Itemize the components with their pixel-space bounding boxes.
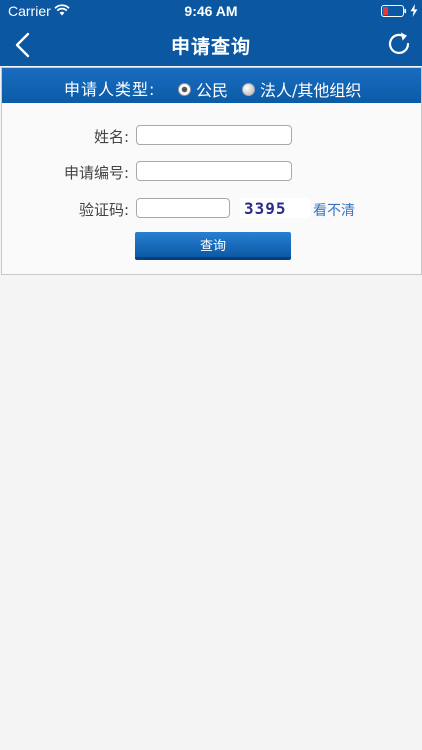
page-title: 申请查询 bbox=[170, 36, 251, 58]
charging-bolt-icon bbox=[410, 4, 418, 17]
applicant-type-bar: 申请人类型: 公民 法人/其他组织 bbox=[2, 68, 421, 103]
radio-organization-label: 法人/其他组织 bbox=[260, 81, 362, 100]
query-form: 申请人类型: 公民 法人/其他组织 姓名: 申请编号: 验证码: 3395 看不… bbox=[1, 67, 422, 275]
top-bar: Carrier 9:46 AM 申请查询 bbox=[0, 0, 422, 66]
name-input[interactable] bbox=[136, 125, 292, 145]
query-button[interactable]: 查询 bbox=[135, 232, 291, 260]
name-label: 姓名: bbox=[93, 128, 129, 146]
captcha-label: 验证码: bbox=[78, 201, 129, 219]
refresh-button[interactable] bbox=[386, 31, 412, 57]
radio-citizen-label: 公民 bbox=[196, 81, 229, 100]
status-time: 9:46 AM bbox=[184, 3, 238, 19]
applicant-type-label: 申请人类型: bbox=[64, 80, 156, 99]
captcha-image[interactable]: 3395 bbox=[240, 198, 310, 218]
nav-bar: 申请查询 bbox=[0, 22, 422, 66]
radio-checked-icon bbox=[178, 82, 191, 96]
application-number-input[interactable] bbox=[136, 161, 292, 181]
battery-icon bbox=[381, 5, 407, 17]
radio-unchecked-icon bbox=[242, 82, 255, 96]
radio-citizen[interactable]: 公民 bbox=[178, 77, 228, 101]
application-number-label: 申请编号: bbox=[63, 164, 129, 182]
radio-organization[interactable]: 法人/其他组织 bbox=[242, 77, 361, 101]
captcha-input[interactable] bbox=[136, 198, 230, 218]
status-bar: Carrier 9:46 AM bbox=[0, 0, 422, 22]
refresh-captcha-link[interactable]: 看不清 bbox=[313, 200, 355, 220]
